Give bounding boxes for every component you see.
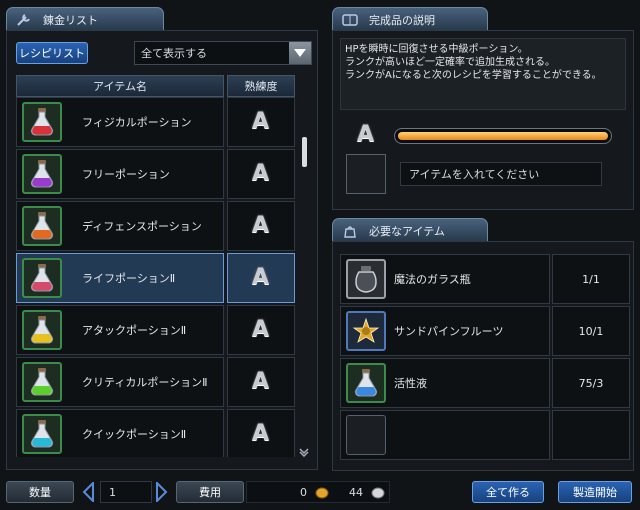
wrench-icon	[15, 12, 33, 28]
make-all-button[interactable]: 全て作る	[472, 481, 544, 503]
recipe-grade: A	[252, 161, 270, 186]
required-item-count: 1/1	[582, 272, 600, 286]
required-item-row	[340, 410, 630, 460]
required-item-name: 魔法のガラス瓶	[394, 273, 471, 286]
description-line-2: ランクが高いほど一定確率で追加生成される。	[345, 57, 555, 68]
recipe-list-button[interactable]: レシピリスト	[16, 42, 88, 64]
recipe-icon-slot	[22, 206, 62, 246]
quantity-input[interactable]: 1	[100, 481, 152, 503]
rank-grade: A	[357, 122, 375, 147]
pine-fruit-icon	[352, 317, 380, 343]
skill-header: 熟練度	[227, 75, 295, 97]
recipe-row[interactable]: フリーポーション A	[16, 149, 298, 199]
recipe-name: クリティカルポーションⅡ	[82, 376, 208, 389]
potion-icon	[30, 160, 54, 188]
recipe-row[interactable]: クリティカルポーションⅡ A	[16, 357, 298, 407]
recipe-row[interactable]: フィジカルポーション A	[16, 97, 298, 147]
result-slot[interactable]	[346, 154, 386, 194]
book-icon	[341, 12, 359, 28]
start-crafting-button[interactable]: 製造開始	[558, 481, 632, 503]
result-description-title: 完成品の説明	[369, 13, 435, 27]
recipe-row[interactable]: ライフポーションⅡ A	[16, 253, 298, 303]
required-item-name: 活性液	[394, 377, 427, 390]
scrollbar[interactable]	[298, 97, 310, 459]
potion-icon	[30, 368, 54, 396]
chevron-down-icon[interactable]	[289, 42, 311, 64]
required-item-count	[552, 410, 630, 460]
filter-dropdown[interactable]: 全て表示する	[134, 41, 312, 65]
potion-icon	[30, 108, 54, 136]
increase-quantity-icon[interactable]	[156, 482, 168, 502]
cost-display: 0 44	[246, 481, 390, 503]
rank-progress-fill	[398, 132, 608, 140]
silver-amount: 44	[349, 486, 363, 499]
recipe-grade: A	[252, 421, 270, 446]
recipe-grade: A	[252, 369, 270, 394]
recipe-name: ディフェンスポーション	[82, 220, 202, 233]
recipe-row[interactable]: ディフェンスポーション A	[16, 201, 298, 251]
bag-icon	[341, 223, 359, 239]
description-box: HPを瞬時に回復させる中級ポーション。 ランクが高いほど一定確率で追加生成される…	[340, 38, 626, 110]
gold-amount: 0	[300, 486, 307, 499]
recipe-grade: A	[252, 109, 270, 134]
jar-icon	[355, 266, 377, 293]
scroll-down-icon[interactable]	[299, 447, 309, 457]
decrease-quantity-icon[interactable]	[82, 482, 94, 502]
recipe-name: アタックポーションⅡ	[82, 324, 187, 337]
required-item-count: 10/1	[578, 324, 604, 338]
gold-coin-icon	[315, 487, 329, 499]
recipe-row[interactable]: アタックポーションⅡ A	[16, 305, 298, 355]
required-item-row: 活性液 75/3	[340, 358, 630, 408]
scrollbar-thumb[interactable]	[302, 137, 307, 167]
insert-item-field[interactable]: アイテムを入れてください	[400, 162, 602, 186]
recipe-grade: A	[252, 317, 270, 342]
recipe-row[interactable]: クイックポーションⅡ A	[16, 409, 298, 457]
potion-icon	[30, 420, 54, 448]
recipe-icon-slot	[22, 258, 62, 298]
required-item-count: 75/3	[578, 376, 604, 390]
alchemy-list-title: 錬金リスト	[43, 13, 98, 27]
recipe-name: フリーポーション	[82, 168, 170, 181]
item-name-header: アイテム名	[16, 75, 224, 97]
required-item-slot[interactable]	[346, 363, 386, 403]
required-item-slot[interactable]	[346, 311, 386, 351]
quantity-label-button: 数量	[6, 481, 74, 503]
filter-selected: 全て表示する	[141, 47, 207, 60]
potion-icon	[30, 212, 54, 240]
rank-progress-bar	[394, 128, 612, 144]
recipe-icon-slot	[22, 102, 62, 142]
recipe-icon-slot	[22, 362, 62, 402]
description-line-3: ランクがAになると次のレシピを学習することができる。	[345, 70, 602, 81]
silver-coin-icon	[371, 487, 385, 499]
required-item-slot[interactable]	[346, 415, 386, 455]
recipe-list: フィジカルポーション A フリーポーション A ディフェンスポーション A ライフポーション…	[16, 97, 298, 457]
flask-icon	[354, 369, 378, 397]
recipe-name: フィジカルポーション	[82, 116, 192, 129]
cost-label-button: 費用	[176, 481, 244, 503]
result-description-tab: 完成品の説明	[332, 7, 488, 31]
recipe-grade: A	[252, 265, 270, 290]
recipe-name: クイックポーションⅡ	[82, 428, 187, 441]
potion-icon	[30, 264, 54, 292]
recipe-icon-slot	[22, 414, 62, 454]
required-item-row: サンドパインフルーツ 10/1	[340, 306, 630, 356]
alchemy-list-tab: 錬金リスト	[6, 7, 164, 31]
required-item-name: サンドパインフルーツ	[394, 325, 504, 338]
recipe-icon-slot	[22, 154, 62, 194]
required-items-title: 必要なアイテム	[369, 224, 445, 238]
required-item-row: 魔法のガラス瓶 1/1	[340, 254, 630, 304]
description-line-1: HPを瞬時に回復させる中級ポーション。	[345, 44, 528, 55]
potion-icon	[30, 316, 54, 344]
required-items-list: 魔法のガラス瓶 1/1 サンドパインフルーツ 10/1 活性液 75/3	[340, 254, 630, 464]
recipe-icon-slot	[22, 310, 62, 350]
recipe-name: ライフポーションⅡ	[82, 272, 176, 285]
recipe-grade: A	[252, 213, 270, 238]
required-item-slot[interactable]	[346, 259, 386, 299]
required-items-tab: 必要なアイテム	[332, 218, 488, 242]
